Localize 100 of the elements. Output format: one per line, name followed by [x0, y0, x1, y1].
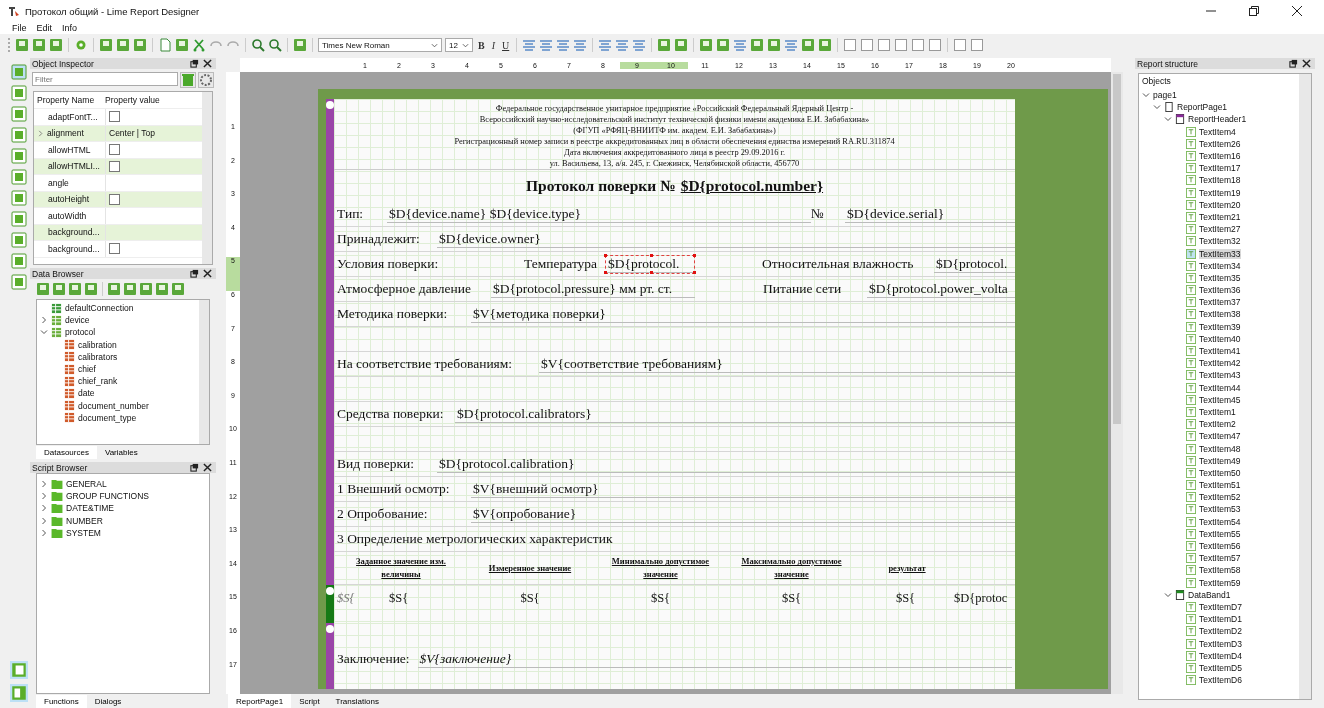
tree-item[interactable]: TextItem52 [1199, 492, 1241, 503]
chevron-down-icon[interactable] [1164, 115, 1172, 124]
header-band-marker[interactable] [326, 99, 334, 585]
close-icon[interactable] [203, 59, 212, 68]
tree-item[interactable]: TextItem36 [1199, 285, 1241, 296]
gear-icon[interactable] [74, 38, 88, 52]
tree-item[interactable]: TextItemD3 [1199, 638, 1242, 649]
tree-item[interactable]: TextItem47 [1199, 431, 1241, 442]
tree-item[interactable]: TextItem41 [1199, 346, 1241, 357]
tab[interactable]: Datasources [36, 446, 97, 459]
tree-item[interactable]: TextItem54 [1199, 516, 1241, 527]
tree-item[interactable]: TextItem44 [1199, 382, 1241, 393]
tree-item[interactable]: TextItem38 [1199, 309, 1241, 320]
tree-item[interactable]: NUMBER [66, 515, 103, 526]
tree-item[interactable]: DATE&TIME [66, 503, 114, 514]
field-placeholder[interactable]: $D{protoc [954, 591, 1015, 606]
scrollbar[interactable] [1299, 74, 1311, 699]
field-placeholder[interactable]: $D{protocol. [934, 255, 1015, 273]
tree-item[interactable]: TextItemD6 [1199, 675, 1242, 686]
font-size-dropdown[interactable]: 12 [445, 38, 473, 52]
chevron-right-icon[interactable] [37, 129, 44, 137]
tree-item[interactable]: TextItem16 [1199, 151, 1241, 162]
field-placeholder[interactable]: $D{device.serial} [845, 205, 1015, 223]
tree-item[interactable]: defaultConnection [65, 303, 134, 314]
close-icon[interactable] [203, 269, 212, 278]
tree-item[interactable]: TextItem19 [1199, 187, 1241, 198]
footer-band-marker[interactable] [326, 623, 334, 689]
scissors-icon[interactable] [192, 38, 206, 52]
close-icon[interactable] [1292, 6, 1302, 16]
field-placeholder[interactable]: $V{опробование} [471, 505, 1015, 523]
align-hcenter-icon[interactable] [733, 38, 748, 52]
checkbox[interactable] [109, 160, 120, 172]
tree-item[interactable]: TextItem51 [1199, 480, 1241, 491]
float-icon[interactable] [190, 59, 199, 68]
field-placeholder[interactable]: $D{protocol.power_volta [867, 280, 1015, 298]
field-placeholder[interactable]: $S{ [337, 591, 387, 606]
scrollbar[interactable] [199, 300, 209, 444]
field-placeholder[interactable]: $V{внешний осмотр} [471, 480, 1015, 498]
field-placeholder[interactable]: $D{protocol. [606, 255, 694, 273]
tree-item[interactable]: chief_rank [78, 376, 118, 387]
restore-icon[interactable] [1249, 6, 1259, 16]
tab[interactable]: Functions [36, 695, 87, 708]
tab[interactable]: Variables [96, 446, 146, 459]
tree-item[interactable]: TextItem43 [1199, 370, 1241, 381]
checkbox[interactable] [109, 243, 120, 255]
field-placeholder[interactable]: $D{device.name} $D{device.type} [387, 205, 811, 223]
tree-item[interactable]: TextItem37 [1199, 297, 1241, 308]
close-icon[interactable] [1302, 59, 1311, 68]
field-placeholder[interactable]: $D{protocol.calibration} [437, 455, 1015, 473]
format-button[interactable]: B [476, 39, 487, 51]
align-top-icon[interactable] [598, 38, 613, 52]
field-placeholder[interactable]: $D{protocol.pressure} мм рт. ст. [491, 280, 695, 298]
tree-item[interactable]: TextItem18 [1199, 175, 1241, 186]
tab[interactable]: Script [291, 694, 328, 708]
align-center-icon[interactable] [539, 38, 554, 52]
tree-item[interactable]: TextItem48 [1199, 443, 1241, 454]
tree-item[interactable]: TextItemD2 [1199, 626, 1242, 637]
tree-item[interactable]: TextItem26 [1199, 138, 1241, 149]
align-justify-icon[interactable] [573, 38, 588, 52]
column-header[interactable]: Property Name [34, 95, 105, 105]
property-value[interactable]: Center | Top [109, 128, 155, 139]
tree-item[interactable]: ReportPage1 [1177, 102, 1228, 113]
tree-item[interactable]: TextItem2 [1199, 419, 1236, 430]
align-right-icon[interactable] [556, 38, 571, 52]
menu-item[interactable]: Info [62, 23, 78, 33]
tree-item[interactable]: ReportHeader1 [1188, 114, 1247, 125]
float-icon[interactable] [190, 463, 199, 472]
field-placeholder[interactable]: $V{соответствие требованиям} [539, 355, 1015, 373]
tree-item[interactable]: chief [78, 364, 96, 375]
field-placeholder[interactable]: $S{ [595, 591, 726, 606]
float-icon[interactable] [1289, 59, 1298, 68]
field-placeholder[interactable]: $S{ [387, 591, 465, 606]
tree-item[interactable]: TextItem42 [1199, 358, 1241, 369]
tree-item[interactable]: DataBand1 [1188, 589, 1231, 600]
checkbox[interactable] [109, 193, 120, 205]
field-placeholder[interactable]: $S{ [465, 591, 595, 606]
layout-icon[interactable] [10, 684, 28, 702]
field-placeholder[interactable]: $D{protocol.calibrators} [455, 405, 1015, 423]
float-icon[interactable] [190, 269, 199, 278]
format-button[interactable]: U [500, 39, 512, 51]
tree-item[interactable]: TextItem49 [1199, 455, 1241, 466]
blank-page-icon[interactable] [158, 38, 172, 52]
tree-item[interactable]: TextItem57 [1199, 553, 1241, 564]
chevron-down-icon[interactable] [40, 328, 48, 337]
tree-item[interactable]: TextItem34 [1199, 260, 1241, 271]
tree-item[interactable]: SYSTEM [66, 527, 101, 538]
tree-item[interactable]: TextItem4 [1199, 126, 1236, 137]
checkbox[interactable] [109, 111, 120, 123]
tree-item[interactable]: page1 [1153, 90, 1177, 101]
tree-item[interactable]: TextItemD4 [1199, 650, 1242, 661]
zoom-in-icon[interactable] [251, 38, 265, 52]
gear-icon[interactable] [198, 72, 214, 88]
tree-item[interactable]: TextItemD7 [1199, 601, 1242, 612]
data-band-marker[interactable] [326, 585, 334, 623]
tree-item[interactable]: TextItem45 [1199, 394, 1241, 405]
chevron-down-icon[interactable] [1164, 590, 1172, 599]
tree-item[interactable]: TextItem35 [1199, 272, 1241, 283]
tree-item[interactable]: TextItem20 [1199, 199, 1241, 210]
tree-item[interactable]: TextItem50 [1199, 467, 1241, 478]
field-placeholder[interactable]: $D{device.owner} [437, 230, 1015, 248]
